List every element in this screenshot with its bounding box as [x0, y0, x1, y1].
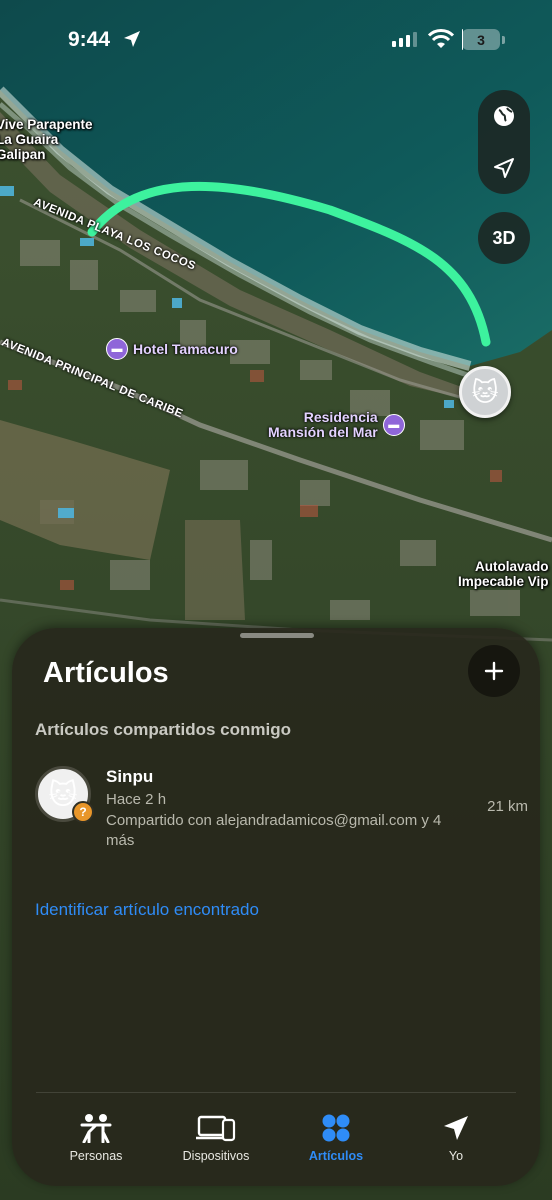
location-arrow-icon [494, 158, 514, 178]
location-arrow-icon [442, 1113, 470, 1143]
globe-icon [494, 106, 514, 126]
tab-dispositivos[interactable]: Dispositivos [156, 1093, 276, 1186]
cat-face-icon: 🐱 [471, 376, 499, 407]
item-name: Sinpu [106, 767, 154, 786]
status-bar: 9:44 3 [0, 0, 552, 80]
track-location-button[interactable] [478, 142, 530, 194]
tab-label: Dispositivos [182, 1149, 250, 1163]
sheet-grabber[interactable] [240, 633, 314, 638]
poi-hotel-label: Hotel Tamacuro [133, 340, 238, 357]
3d-toggle-button[interactable]: 3D [478, 212, 530, 264]
items-sheet[interactable]: Artículos Artículos compartidos conmigo … [12, 628, 540, 1186]
battery-icon: 3 [462, 29, 500, 50]
poi-hotel[interactable]: ▬ Hotel Tamacuro [106, 338, 238, 360]
status-time: 9:44 [68, 28, 111, 51]
items-icon [321, 1113, 351, 1143]
bed-icon: ▬ [106, 338, 128, 360]
devices-icon [196, 1113, 236, 1143]
tab-yo[interactable]: Yo [396, 1093, 516, 1186]
people-icon [78, 1113, 114, 1143]
identify-found-item-link[interactable]: Identificar artículo encontrado [35, 900, 259, 920]
status-badge: ? [72, 801, 94, 823]
item-shared-with: Compartido con alejandradamicos@gmail.co… [106, 812, 442, 849]
map-controls [478, 90, 530, 194]
map-label-line: La Guaira [0, 132, 59, 147]
add-item-button[interactable] [468, 645, 520, 697]
map-label-line: Galipan [0, 147, 46, 162]
wifi-icon [428, 29, 454, 48]
map-label-autolavado[interactable]: Autolavado Impecable Vip [458, 559, 549, 589]
section-header: Artículos compartidos conmigo [35, 720, 291, 739]
location-arrow-icon [124, 31, 140, 47]
tab-articulos[interactable]: Artículos [276, 1093, 396, 1186]
battery-fill [462, 29, 464, 50]
sheet-title: Artículos [43, 657, 169, 689]
list-item[interactable]: 🐱 ? Sinpu Hace 2 h Compartido con alejan… [35, 764, 528, 854]
map-style-button[interactable] [478, 90, 530, 142]
signal-icon [392, 32, 417, 47]
item-last-seen: Hace 2 h [106, 791, 167, 808]
plus-icon [484, 661, 504, 681]
tab-label: Yo [448, 1149, 464, 1163]
item-map-pin[interactable]: 🐱 [459, 366, 511, 418]
poi-residencia-label: Residencia Mansión del Mar [268, 409, 378, 440]
map-label-paragliding[interactable]: Vive Parapente La Guaira Galipan [0, 117, 93, 162]
map-label-line: Vive Parapente [0, 117, 93, 132]
bed-icon: ▬ [382, 414, 405, 436]
tab-label: Personas [69, 1149, 123, 1163]
poi-residencia[interactable]: ▬ Residencia Mansión del Mar [268, 410, 405, 440]
tab-label: Artículos [308, 1149, 364, 1163]
item-distance: 21 km [487, 798, 528, 815]
battery-cap [502, 36, 505, 44]
battery-level: 3 [477, 31, 485, 48]
tab-personas[interactable]: Personas [36, 1093, 156, 1186]
tab-bar: Personas Dispositivos Artículos Yo [36, 1092, 516, 1186]
